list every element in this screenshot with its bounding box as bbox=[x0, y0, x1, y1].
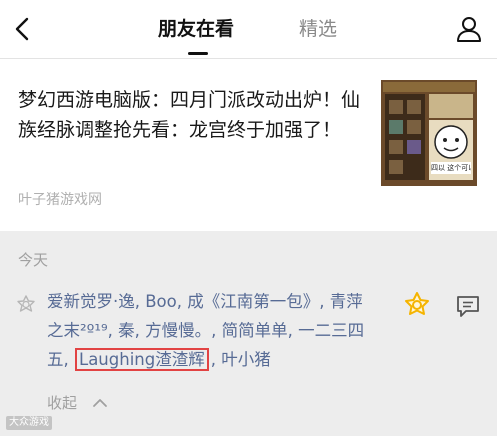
highlighted-friend-name[interactable]: Laughing渣渣辉 bbox=[75, 348, 209, 371]
article-title[interactable]: 梦幻西游电脑版：四月门派改动出炉！仙族经脉调整抢先看：龙宫终于加强了！ bbox=[18, 85, 370, 145]
active-tab-indicator bbox=[188, 52, 208, 55]
collapse-button[interactable]: 收起 bbox=[47, 393, 77, 413]
article-source: 叶子猪游戏网 bbox=[18, 192, 102, 208]
page-root: 朋友在看 精选 梦幻西游电脑版：四月门派改动出炉！仙族经脉调整抢先看：龙宫终于加… bbox=[0, 0, 497, 436]
profile-icon[interactable] bbox=[455, 15, 483, 43]
friends-wow-outline-icon bbox=[17, 295, 35, 312]
thumbnail-caption: 四以 这个可以有 bbox=[431, 164, 471, 172]
wow-like-icon[interactable] bbox=[402, 291, 432, 321]
tab-friends-watching[interactable]: 朋友在看 bbox=[158, 16, 234, 42]
watermark: 大众游戏 bbox=[6, 416, 52, 430]
friend-names-after[interactable]: , 叶小猪 bbox=[211, 350, 271, 369]
comment-icon[interactable] bbox=[454, 292, 482, 320]
section-label-today: 今天 bbox=[18, 251, 49, 269]
tab-featured[interactable]: 精选 bbox=[299, 16, 337, 42]
article-thumbnail[interactable]: 四以 这个可以有 bbox=[381, 80, 477, 186]
article-card[interactable]: 梦幻西游电脑版：四月门派改动出炉！仙族经脉调整抢先看：龙宫终于加强了！ 叶子猪游… bbox=[0, 59, 497, 231]
friends-viewed-row: 爱新觉罗·逸, Boo, 成《江南第一包》, 青萍之末²º¹⁹, 秦, 方慢慢。… bbox=[0, 283, 497, 436]
back-chevron-icon[interactable] bbox=[8, 14, 38, 44]
friends-names-list: 爱新觉罗·逸, Boo, 成《江南第一包》, 青萍之末²º¹⁹, 秦, 方慢慢。… bbox=[47, 287, 377, 374]
chevron-up-icon[interactable] bbox=[92, 396, 108, 408]
top-navigation-bar: 朋友在看 精选 bbox=[0, 0, 497, 59]
